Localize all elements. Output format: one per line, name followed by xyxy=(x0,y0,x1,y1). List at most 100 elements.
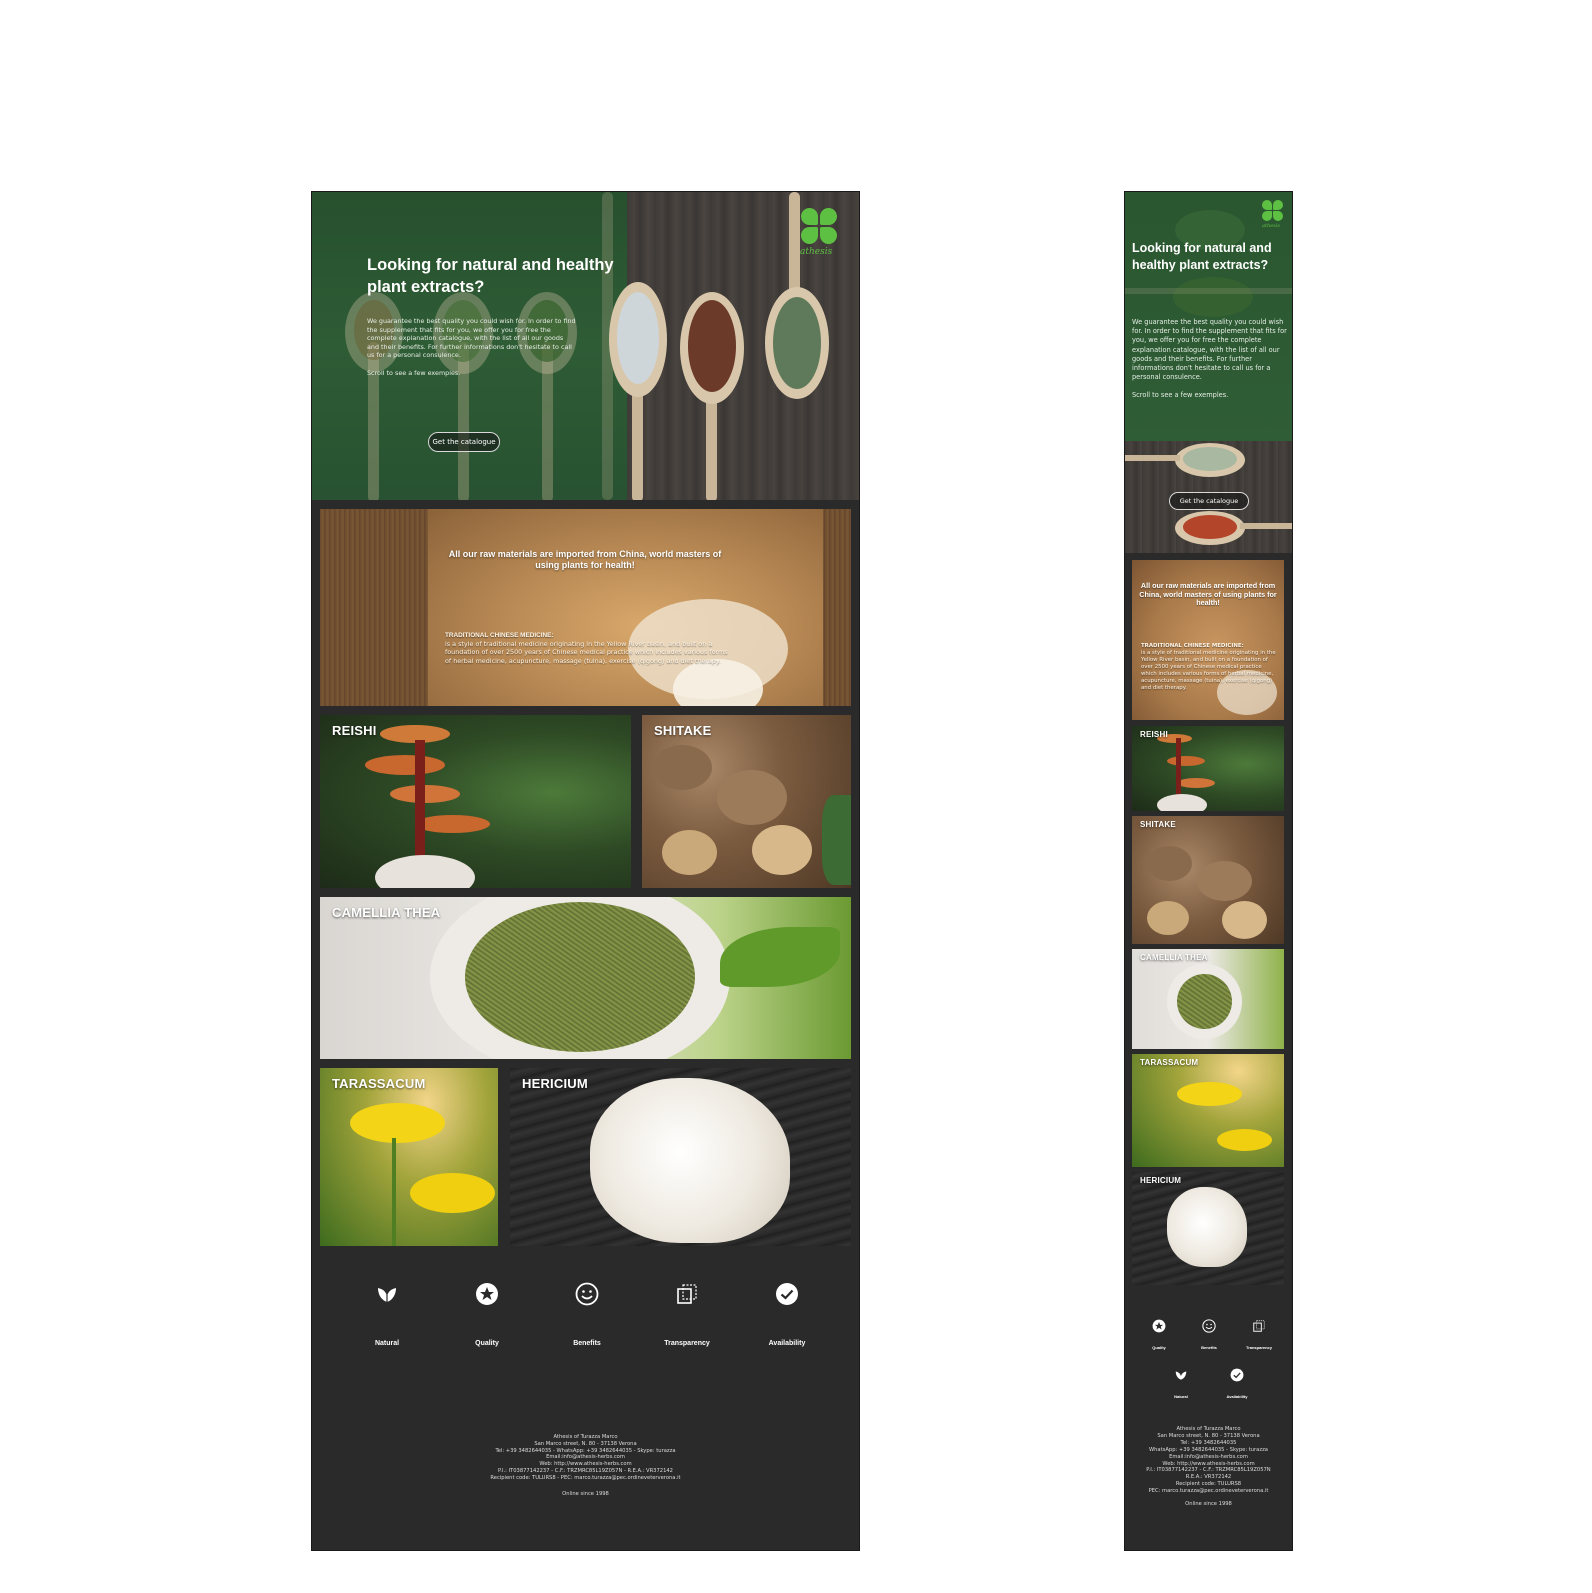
hero-description: We guarantee the best quality you could … xyxy=(1132,318,1288,410)
feature-label: Natural xyxy=(1174,1394,1188,1399)
logo-wordmark: athesis xyxy=(1262,223,1280,229)
tcm-description: is a style of traditional medicine origi… xyxy=(1141,650,1276,691)
footer-company: Athesis of Turazza Marco xyxy=(553,1434,618,1440)
footer-company: Athesis of Turazza Marco xyxy=(1176,1426,1241,1432)
product-tile-tarassacum[interactable]: TARASSACUM xyxy=(1132,1054,1284,1167)
shitake-cap xyxy=(662,830,717,875)
dandelion-flower xyxy=(1217,1129,1272,1151)
athesis-logo[interactable]: athesis xyxy=(1262,200,1287,232)
scroll-hint: Scroll to see a few exemples. xyxy=(367,368,461,377)
feature-label: Transparency xyxy=(664,1340,710,1347)
athesis-logo[interactable]: athesis xyxy=(800,207,840,267)
footer-whatsapp[interactable]: WhatsApp: +39 3482644035 - Skype: turazz… xyxy=(1131,1447,1286,1454)
feature-label: Availability xyxy=(1226,1394,1248,1399)
desktop-page: athesis Looking for natural and healthy … xyxy=(311,191,860,1551)
reishi-cap xyxy=(365,755,445,775)
hero-paragraph: We guarantee the best quality you could … xyxy=(1132,318,1287,382)
tcm-title: TRADITIONAL CHINESE MEDICINE: xyxy=(1141,643,1244,649)
shitake-cap xyxy=(1147,901,1189,935)
product-label: SHITAKE xyxy=(654,723,712,738)
product-label: TARASSACUM xyxy=(332,1076,426,1091)
reishi-base xyxy=(1157,794,1207,811)
feature-label: Availability xyxy=(768,1340,806,1347)
spoon-handle xyxy=(706,392,717,500)
banner-tcm-text: TRADITIONAL CHINESE MEDICINE: is a style… xyxy=(1141,643,1279,692)
footer-email[interactable]: Email:info@athesis-herbs.com xyxy=(392,1454,779,1461)
smiley-icon xyxy=(1202,1319,1216,1333)
footer-web[interactable]: Web: http://www.athesis-herbs.com xyxy=(1131,1461,1286,1468)
star-icon xyxy=(1152,1319,1166,1333)
reishi-stem xyxy=(415,740,425,870)
dandelion-flower xyxy=(1177,1082,1242,1106)
product-label: HERICIUM xyxy=(1140,1176,1182,1185)
product-label: CAMELLIA THEA xyxy=(1140,953,1208,962)
tcm-banner: All our raw materials are imported from … xyxy=(320,509,851,706)
footer-recipient: Recipient code: TULURS8 xyxy=(1175,1481,1242,1488)
product-tile-reishi[interactable]: REISHI xyxy=(320,715,631,888)
spoon-handle xyxy=(1125,455,1180,461)
spoon-herb xyxy=(1183,447,1237,471)
product-tile-tarassacum[interactable]: TARASSACUM xyxy=(320,1068,498,1246)
footer-address: San Marco street, N. 80 - 37138 Verona xyxy=(1157,1432,1260,1439)
get-catalogue-button[interactable]: Get the catalogue xyxy=(428,432,500,452)
product-tile-hericium[interactable]: HERICIUM xyxy=(1132,1172,1284,1285)
tcm-title: TRADITIONAL CHINESE MEDICINE: xyxy=(445,632,554,639)
leaf-icon xyxy=(1175,1371,1187,1380)
product-tile-reishi[interactable]: REISHI xyxy=(1132,726,1284,811)
feature-label: Benefits xyxy=(573,1340,601,1347)
hericium-mushroom xyxy=(590,1078,790,1243)
hero-paragraph: We guarantee the best quality you could … xyxy=(367,317,576,360)
footer-pec: PEC: marco.turazza@pec.ordineveterverona… xyxy=(1148,1488,1269,1495)
tea-leaf xyxy=(720,927,840,987)
reishi-cap xyxy=(415,815,490,833)
star-icon xyxy=(476,1283,498,1305)
banner-headline: All our raw materials are imported from … xyxy=(1139,581,1277,608)
hero-title: Looking for natural and healthy plant ex… xyxy=(1132,241,1272,272)
hericium-mushroom xyxy=(1167,1187,1247,1267)
footer-since: Online since 1998 xyxy=(1185,1501,1232,1508)
product-tile-camellia-thea[interactable]: CAMELLIA THEA xyxy=(320,897,851,1059)
product-label: REISHI xyxy=(1140,730,1168,739)
product-tile-hericium[interactable]: HERICIUM xyxy=(510,1068,851,1246)
spoon-bowl xyxy=(1173,277,1253,317)
product-tile-shitake[interactable]: SHITAKE xyxy=(642,715,851,888)
leaf-icon xyxy=(378,1288,396,1302)
dandelion-stem xyxy=(392,1138,396,1246)
product-label: REISHI xyxy=(332,723,377,738)
footer: Athesis of Turazza Marco San Marco stree… xyxy=(392,1434,779,1497)
footer-address: San Marco street, N. 80 - 37138 Verona xyxy=(534,1440,637,1447)
check-icon xyxy=(1230,1368,1244,1382)
hero-title: Looking for natural and healthy plant ex… xyxy=(367,256,614,296)
hero-description: We guarantee the best quality you could … xyxy=(367,317,577,387)
shitake-cap xyxy=(1147,846,1192,881)
spoon-leaves xyxy=(773,297,821,389)
product-tile-camellia-thea[interactable]: CAMELLIA THEA xyxy=(1132,949,1284,1049)
smiley-icon xyxy=(575,1282,599,1306)
feature-label: Benefits xyxy=(1201,1345,1217,1350)
feature-label: Natural xyxy=(374,1340,400,1347)
transparency-icon xyxy=(1253,1320,1265,1332)
product-tile-shitake[interactable]: SHITAKE xyxy=(1132,816,1284,944)
transparency-icon xyxy=(677,1284,697,1304)
feature-label: Quality xyxy=(475,1340,499,1347)
hero-section: athesis Looking for natural and healthy … xyxy=(312,192,859,500)
spoon-salt xyxy=(617,292,659,384)
shitake-cap xyxy=(652,745,712,790)
logo-wordmark: athesis xyxy=(800,247,833,257)
footer-web[interactable]: Web: http://www.athesis-herbs.com xyxy=(392,1461,779,1468)
green-tea-leaves xyxy=(1177,974,1232,1029)
mobile-page: athesis Looking for natural and healthy … xyxy=(1124,191,1293,1551)
spoon-berries xyxy=(1183,515,1237,539)
footer-ids: P.I.: IT03877142237 - C.F.: TRZMRC85L19Z… xyxy=(497,1467,673,1474)
footer-email[interactable]: Email:info@athesis-herbs.com xyxy=(1131,1454,1286,1461)
get-catalogue-button[interactable]: Get the catalogue xyxy=(1169,492,1249,510)
reishi-cap xyxy=(1177,778,1215,788)
spoon-seeds xyxy=(688,300,736,392)
feature-label: Transparency xyxy=(1245,1345,1272,1350)
footer-tel[interactable]: Tel: +39 3482644035 xyxy=(1131,1440,1286,1447)
product-label: CAMELLIA THEA xyxy=(332,905,441,920)
spoon-handle xyxy=(1125,288,1292,294)
banner-headline: All our raw materials are imported from … xyxy=(448,549,722,570)
reishi-cap xyxy=(390,785,460,803)
features-row: Natural Quality Benefits Transparency Av… xyxy=(312,1282,859,1382)
